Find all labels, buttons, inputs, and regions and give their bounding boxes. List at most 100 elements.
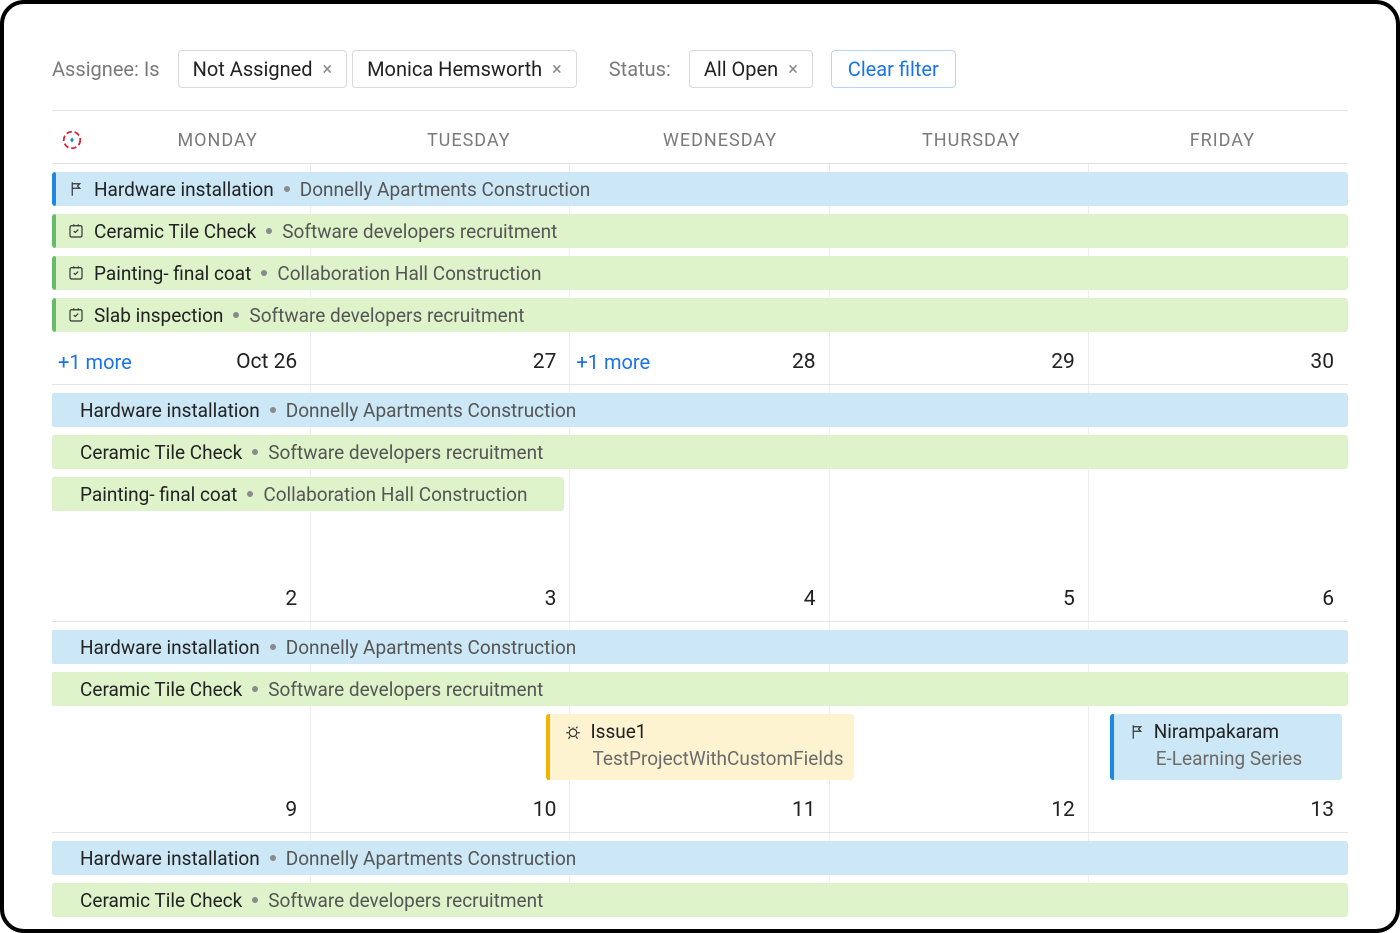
calendar-event[interactable]: Hardware installation Donnelly Apartments… bbox=[52, 393, 1348, 427]
separator-dot bbox=[233, 312, 239, 318]
date-cell[interactable]: 27 bbox=[311, 350, 570, 374]
date-label: 6 bbox=[1322, 587, 1334, 611]
box-title: Issue1 bbox=[590, 720, 646, 743]
event-project: Donnelly Apartments Construction bbox=[300, 178, 591, 201]
event-title: Ceramic Tile Check bbox=[80, 678, 242, 701]
calendar-event[interactable]: Ceramic Tile CheckSoftware developers re… bbox=[52, 435, 1348, 469]
chip-remove-icon[interactable]: × bbox=[788, 59, 798, 80]
day-header-friday: FRIDAY bbox=[1097, 130, 1348, 151]
event-title: Ceramic Tile Check bbox=[94, 220, 256, 243]
date-cell[interactable]: 5 bbox=[830, 587, 1089, 611]
date-label: 11 bbox=[792, 798, 816, 822]
assignee-chip-0[interactable]: Not Assigned× bbox=[178, 50, 348, 88]
bug-icon bbox=[564, 723, 582, 741]
date-cell[interactable]: 29 bbox=[830, 350, 1089, 374]
calendar-event[interactable]: Painting- final coat Collaboration Hall C… bbox=[52, 256, 1348, 290]
separator-dot bbox=[261, 270, 267, 276]
event-title: Hardware installation bbox=[94, 178, 274, 201]
date-cell[interactable]: 13 bbox=[1089, 798, 1348, 822]
date-label: 2 bbox=[285, 587, 297, 611]
separator-dot bbox=[252, 686, 258, 692]
date-cell[interactable]: 3 bbox=[311, 587, 570, 611]
day-header-monday: MONDAY bbox=[92, 130, 343, 151]
clear-filter-button[interactable]: Clear filter bbox=[831, 50, 956, 88]
more-events-link[interactable]: +1 more bbox=[570, 350, 650, 374]
calendar-item-box[interactable]: Issue1TestProjectWithCustomFields bbox=[546, 714, 853, 780]
separator-dot bbox=[252, 897, 258, 903]
calendar-week: Hardware installation Donnelly Apartments… bbox=[52, 832, 1348, 917]
more-events-link[interactable]: +1 more bbox=[52, 350, 132, 374]
calendar-event[interactable]: Hardware installation Donnelly Apartments… bbox=[52, 172, 1348, 206]
date-cell[interactable]: +1 more 28 bbox=[570, 350, 829, 374]
date-cell[interactable]: 12 bbox=[830, 798, 1089, 822]
event-title: Slab inspection bbox=[94, 304, 223, 327]
separator-dot bbox=[270, 644, 276, 650]
separator-dot bbox=[247, 491, 253, 497]
chip-remove-icon[interactable]: × bbox=[552, 59, 562, 80]
box-title: Nirampakaram bbox=[1154, 720, 1279, 743]
calendar-week: Hardware installation Donnelly Apartments… bbox=[52, 384, 1348, 621]
calendar-event[interactable]: Slab inspection Software developers recru… bbox=[52, 298, 1348, 332]
event-title: Ceramic Tile Check bbox=[80, 889, 242, 912]
date-label: 5 bbox=[1063, 587, 1075, 611]
assignee-chip-1[interactable]: Monica Hemsworth × bbox=[352, 50, 577, 88]
calendar-event[interactable]: Ceramic Tile Check Software developers re… bbox=[52, 214, 1348, 248]
date-cell[interactable]: 10 bbox=[311, 798, 570, 822]
date-cell[interactable]: +1 more Oct 26 bbox=[52, 350, 311, 374]
status-chip-0[interactable]: All Open × bbox=[689, 50, 813, 88]
day-header-tuesday: TUESDAY bbox=[343, 130, 594, 151]
event-title: Ceramic Tile Check bbox=[80, 441, 242, 464]
day-header-wednesday: WEDNESDAY bbox=[594, 130, 845, 151]
chip-remove-icon[interactable]: × bbox=[323, 59, 333, 80]
date-label: 13 bbox=[1310, 798, 1334, 822]
separator-dot bbox=[252, 449, 258, 455]
date-cell[interactable]: 6 bbox=[1089, 587, 1348, 611]
milestone-icon bbox=[66, 180, 86, 198]
date-label: 30 bbox=[1310, 350, 1334, 374]
calendar-event[interactable]: Ceramic Tile CheckSoftware developers re… bbox=[52, 672, 1348, 706]
separator-dot bbox=[266, 228, 272, 234]
assignee-label: Assignee: Is bbox=[52, 57, 160, 81]
date-label: 10 bbox=[533, 798, 557, 822]
event-project: Donnelly Apartments Construction bbox=[286, 847, 577, 870]
event-title: Hardware installation bbox=[80, 636, 260, 659]
calendar-event[interactable]: Ceramic Tile CheckSoftware developers re… bbox=[52, 883, 1348, 917]
date-label: 12 bbox=[1051, 798, 1075, 822]
calendar-event[interactable]: Painting- final coatCollaboration Hall C… bbox=[52, 477, 564, 511]
separator-dot bbox=[270, 407, 276, 413]
date-cell[interactable]: 11 bbox=[570, 798, 829, 822]
date-label: Oct 26 bbox=[236, 350, 297, 374]
calendar-weeks: Hardware installation Donnelly Apartments… bbox=[52, 163, 1348, 929]
chip-label: Monica Hemsworth bbox=[367, 57, 542, 81]
event-project: Donnelly Apartments Construction bbox=[286, 399, 577, 422]
event-project: Software developers recruitment bbox=[249, 304, 524, 327]
event-title: Painting- final coat bbox=[94, 262, 251, 285]
filter-bar: Assignee: Is Not Assigned× Monica Hemswo… bbox=[52, 46, 1348, 110]
separator-dot bbox=[270, 855, 276, 861]
calendar-week: Hardware installation Donnelly Apartments… bbox=[52, 163, 1348, 384]
calendar-item-box[interactable]: NirampakaramE-Learning Series bbox=[1110, 714, 1342, 780]
event-project: Collaboration Hall Construction bbox=[277, 262, 541, 285]
date-label: 9 bbox=[285, 798, 297, 822]
event-title: Hardware installation bbox=[80, 399, 260, 422]
date-cell[interactable]: 9 bbox=[52, 798, 311, 822]
calendar-event[interactable]: Hardware installation Donnelly Apartments… bbox=[52, 841, 1348, 875]
calendar-header: MONDAY TUESDAY WEDNESDAY THURSDAY FRIDAY bbox=[52, 117, 1348, 163]
milestone-icon bbox=[1128, 723, 1146, 741]
task-icon bbox=[66, 222, 86, 240]
task-icon bbox=[66, 264, 86, 282]
calendar-event[interactable]: Hardware installation Donnelly Apartments… bbox=[52, 630, 1348, 664]
date-cell[interactable]: 4 bbox=[570, 587, 829, 611]
chip-label: All Open bbox=[704, 57, 778, 81]
date-cell[interactable]: 2 bbox=[52, 587, 311, 611]
date-label: 3 bbox=[545, 587, 557, 611]
separator-dot bbox=[284, 186, 290, 192]
date-label: 27 bbox=[533, 350, 557, 374]
date-label: 28 bbox=[792, 350, 816, 374]
task-icon bbox=[66, 306, 86, 324]
event-project: Donnelly Apartments Construction bbox=[286, 636, 577, 659]
date-cell[interactable]: 30 bbox=[1089, 350, 1348, 374]
event-title: Hardware installation bbox=[80, 847, 260, 870]
calendar-settings-button[interactable] bbox=[52, 129, 92, 151]
event-project: Software developers recruitment bbox=[282, 220, 557, 243]
